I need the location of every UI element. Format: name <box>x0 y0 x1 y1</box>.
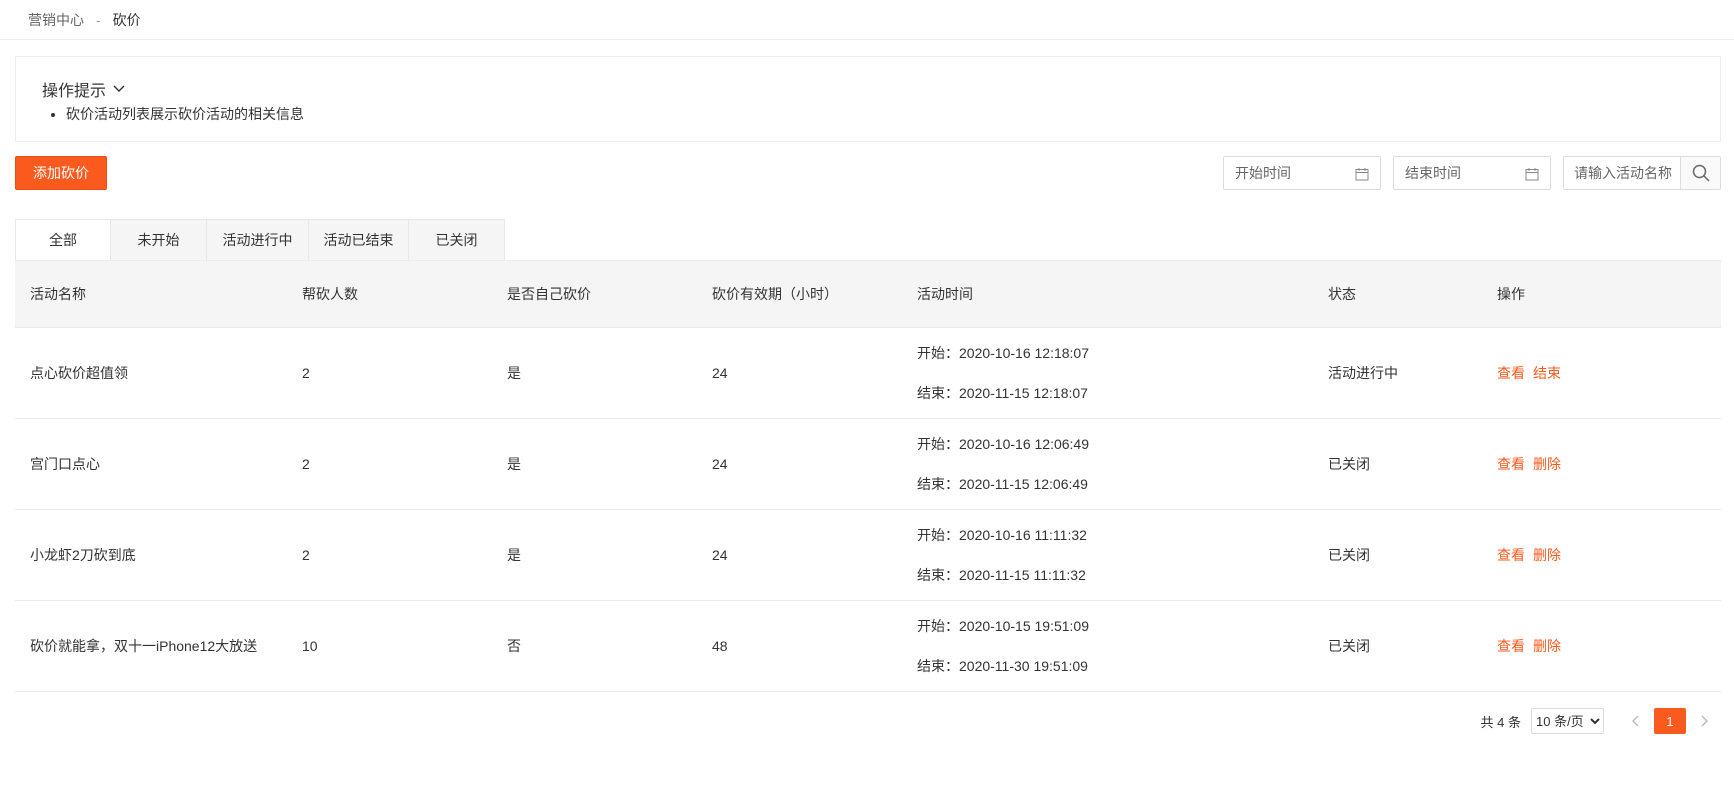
start-time: 开始：2020-10-16 12:18:07 <box>917 344 1089 361</box>
prev-page-button[interactable] <box>1622 708 1648 734</box>
end-time: 结束：2020-11-15 12:06:49 <box>917 475 1088 492</box>
column-header-self-cut: 是否自己砍价 <box>492 261 697 328</box>
tips-panel: 操作提示 砍价活动列表展示砍价活动的相关信息 <box>15 56 1721 142</box>
start-time: 开始：2020-10-15 19:51:09 <box>917 617 1089 634</box>
cell-helpers: 2 <box>287 327 492 419</box>
column-header-validity: 砍价有效期（小时） <box>697 261 902 328</box>
end-time: 结束：2020-11-15 11:11:32 <box>917 566 1086 583</box>
cell-helpers: 2 <box>287 509 492 601</box>
table-row: 宫门口点心 2 是 24 开始：2020-10-16 12:06:49 结束：2… <box>15 418 1721 510</box>
tips-toggle[interactable]: 操作提示 <box>42 77 125 101</box>
cell-self-cut: 否 <box>492 600 697 692</box>
breadcrumb-root[interactable]: 营销中心 <box>28 10 84 30</box>
start-time: 开始：2020-10-16 12:06:49 <box>917 435 1089 452</box>
end-date-placeholder: 结束时间 <box>1405 165 1461 181</box>
total-count: 共 4 条 <box>1480 714 1521 730</box>
cell-actions: 查看 删除 <box>1482 600 1721 692</box>
cell-actions: 查看 删除 <box>1482 509 1721 601</box>
cell-name: 砍价就能拿，双十一iPhone12大放送 <box>15 600 287 692</box>
column-header-name: 活动名称 <box>15 261 287 328</box>
breadcrumb: 营销中心 - 砍价 <box>0 0 1734 40</box>
search-button[interactable] <box>1680 157 1720 189</box>
end-time: 结束：2020-11-15 12:18:07 <box>917 384 1088 401</box>
cell-helpers: 2 <box>287 418 492 510</box>
breadcrumb-current: 砍价 <box>112 11 141 28</box>
pagination: 共 4 条 10 条/页 1 <box>1481 708 1734 734</box>
cell-status: 活动进行中 <box>1313 327 1482 419</box>
view-link[interactable]: 查看 <box>1497 638 1525 654</box>
cell-self-cut: 是 <box>492 509 697 601</box>
next-page-button[interactable] <box>1692 708 1718 734</box>
cell-time: 开始：2020-10-15 19:51:09 结束：2020-11-30 19:… <box>902 600 1313 692</box>
cell-time: 开始：2020-10-16 12:18:07 结束：2020-11-15 12:… <box>902 327 1313 419</box>
tips-title: 操作提示 <box>42 83 107 100</box>
bargain-table: 活动名称 帮砍人数 是否自己砍价 砍价有效期（小时） 活动时间 状态 操作 点心… <box>15 261 1721 692</box>
calendar-icon <box>1355 168 1369 181</box>
end-time: 结束：2020-11-30 19:51:09 <box>917 657 1088 674</box>
column-header-time: 活动时间 <box>902 261 1313 328</box>
cell-validity: 24 <box>697 509 902 601</box>
cell-name: 宫门口点心 <box>15 418 287 510</box>
end-link[interactable]: 结束 <box>1533 365 1561 381</box>
chevron-left-icon <box>1632 715 1639 727</box>
tab-all[interactable]: 全部 <box>15 219 111 261</box>
breadcrumb-separator: - <box>96 11 101 28</box>
end-date-picker[interactable]: 结束时间 <box>1393 156 1551 190</box>
cell-helpers: 10 <box>287 600 492 692</box>
delete-link[interactable]: 删除 <box>1533 638 1561 654</box>
view-link[interactable]: 查看 <box>1497 365 1525 381</box>
cell-status: 已关闭 <box>1313 600 1482 692</box>
tips-item: 砍价活动列表展示砍价活动的相关信息 <box>66 104 304 124</box>
cell-self-cut: 是 <box>492 418 697 510</box>
table-header-row: 活动名称 帮砍人数 是否自己砍价 砍价有效期（小时） 活动时间 状态 操作 <box>15 261 1721 328</box>
table-row: 小龙虾2刀砍到底 2 是 24 开始：2020-10-16 11:11:32 结… <box>15 509 1721 601</box>
column-header-helpers: 帮砍人数 <box>287 261 492 328</box>
search-input[interactable] <box>1564 157 1680 189</box>
start-time: 开始：2020-10-16 11:11:32 <box>917 526 1087 543</box>
cell-validity: 24 <box>697 327 902 419</box>
calendar-icon <box>1525 168 1539 181</box>
tab-ended[interactable]: 活动已结束 <box>309 219 409 261</box>
cell-time: 开始：2020-10-16 11:11:32 结束：2020-11-15 11:… <box>902 509 1313 601</box>
page-number[interactable]: 1 <box>1654 708 1686 734</box>
page-size-select[interactable]: 10 条/页 <box>1531 708 1604 734</box>
tab-not-started[interactable]: 未开始 <box>111 219 207 261</box>
delete-link[interactable]: 删除 <box>1533 456 1561 472</box>
cell-actions: 查看 结束 <box>1482 327 1721 419</box>
table-row: 点心砍价超值领 2 是 24 开始：2020-10-16 12:18:07 结束… <box>15 327 1721 419</box>
view-link[interactable]: 查看 <box>1497 547 1525 563</box>
tab-closed[interactable]: 已关闭 <box>409 219 505 261</box>
search-icon <box>1692 164 1710 182</box>
table-row: 砍价就能拿，双十一iPhone12大放送 10 否 48 开始：2020-10-… <box>15 600 1721 692</box>
chevron-down-icon <box>113 85 125 92</box>
tips-list: 砍价活动列表展示砍价活动的相关信息 <box>66 104 304 124</box>
status-tabs: 全部 未开始 活动进行中 活动已结束 已关闭 <box>15 219 505 261</box>
cell-time: 开始：2020-10-16 12:06:49 结束：2020-11-15 12:… <box>902 418 1313 510</box>
column-header-actions: 操作 <box>1482 261 1721 328</box>
chevron-right-icon <box>1701 715 1708 727</box>
search-box <box>1563 156 1721 190</box>
start-date-picker[interactable]: 开始时间 <box>1223 156 1381 190</box>
add-bargain-button[interactable]: 添加砍价 <box>15 156 107 190</box>
tab-in-progress[interactable]: 活动进行中 <box>207 219 309 261</box>
delete-link[interactable]: 删除 <box>1533 547 1561 563</box>
cell-validity: 24 <box>697 418 902 510</box>
cell-name: 点心砍价超值领 <box>15 327 287 419</box>
cell-name: 小龙虾2刀砍到底 <box>15 509 287 601</box>
cell-actions: 查看 删除 <box>1482 418 1721 510</box>
column-header-status: 状态 <box>1313 261 1482 328</box>
cell-status: 已关闭 <box>1313 509 1482 601</box>
view-link[interactable]: 查看 <box>1497 456 1525 472</box>
cell-self-cut: 是 <box>492 327 697 419</box>
start-date-placeholder: 开始时间 <box>1235 165 1291 181</box>
cell-status: 已关闭 <box>1313 418 1482 510</box>
cell-validity: 48 <box>697 600 902 692</box>
